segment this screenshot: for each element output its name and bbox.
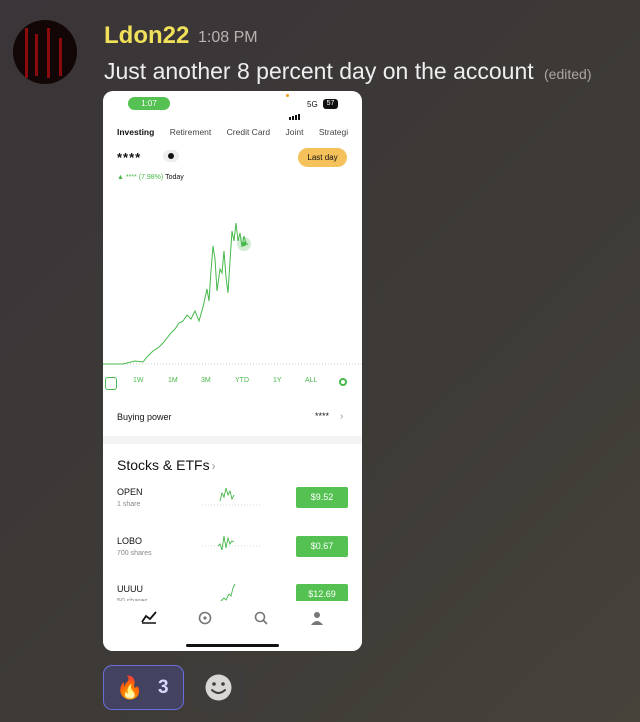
up-arrow-icon: ▲ xyxy=(117,174,124,181)
chevron-right-icon: › xyxy=(340,411,344,422)
battery-icon: 57 xyxy=(323,99,338,109)
portfolio-value: **** xyxy=(117,150,142,165)
sparkline xyxy=(202,487,262,506)
tab-credit-card[interactable]: Credit Card xyxy=(227,127,270,137)
account-tabs: Investing Retirement Credit Card Joint S… xyxy=(117,127,361,137)
range-1m[interactable]: 1M xyxy=(168,377,178,384)
stock-shares: 700 shares xyxy=(117,550,152,557)
attached-screenshot[interactable]: 1:07 5G 57 Investing Retirement Credit C… xyxy=(103,91,362,651)
user-avatar[interactable] xyxy=(13,20,77,84)
portfolio-line xyxy=(103,222,249,365)
add-reaction-button[interactable] xyxy=(192,665,245,710)
stock-row[interactable]: LOBO 700 shares $0.67 xyxy=(117,535,348,566)
stock-shares: 1 share xyxy=(117,501,141,508)
sparkline xyxy=(202,535,262,551)
daily-gain: ▲ **** (7.98%) Today xyxy=(117,174,184,181)
stock-symbol: UUUU xyxy=(117,584,143,594)
stock-symbol: OPEN xyxy=(117,487,143,497)
range-1y[interactable]: 1Y xyxy=(273,377,282,384)
current-point xyxy=(241,241,247,247)
stock-row[interactable]: OPEN 1 share $9.52 xyxy=(117,487,348,517)
username[interactable]: Ldon22 xyxy=(104,22,189,50)
buying-power-value: **** xyxy=(315,411,330,421)
price-button[interactable]: $0.67 xyxy=(296,536,348,557)
range-ytd[interactable]: YTD xyxy=(235,377,249,384)
eye-icon[interactable] xyxy=(163,150,179,162)
signal-icon xyxy=(289,102,301,120)
range-1w[interactable]: 1W xyxy=(133,377,144,384)
home-indicator xyxy=(186,644,279,647)
compass-nav-icon[interactable] xyxy=(197,610,213,626)
avatar-art xyxy=(25,28,28,78)
range-3m[interactable]: 3M xyxy=(201,377,211,384)
time-range-selector: 1W 1M 3M YTD 1Y ALL xyxy=(103,377,362,390)
fire-emoji-icon: 🔥 xyxy=(116,675,144,700)
tab-retirement[interactable]: Retirement xyxy=(170,127,212,137)
fire-reaction[interactable]: 🔥 3 xyxy=(103,665,184,710)
status-time: 1:07 xyxy=(128,97,170,110)
gain-value: **** (7.98%) xyxy=(125,174,164,181)
avatar-art xyxy=(59,38,62,76)
portfolio-chart xyxy=(103,222,362,365)
privacy-indicator xyxy=(286,94,289,97)
range-selected[interactable] xyxy=(105,377,117,390)
stock-symbol: LOBO xyxy=(117,536,143,546)
network-label: 5G xyxy=(307,100,318,109)
message-timestamp: 1:08 PM xyxy=(198,29,258,46)
last-day-button[interactable]: Last day xyxy=(298,148,347,167)
stocks-section-header[interactable]: Stocks & ETFs › xyxy=(117,457,216,473)
chart-settings-icon[interactable] xyxy=(339,378,347,386)
search-nav-icon[interactable] xyxy=(253,610,269,626)
price-button[interactable]: $9.52 xyxy=(296,487,348,508)
chevron-right-icon: › xyxy=(211,459,216,473)
message-body: Just another 8 percent day on the accoun… xyxy=(104,58,534,84)
profile-nav-icon[interactable] xyxy=(309,610,325,626)
avatar-art xyxy=(47,28,50,78)
range-all[interactable]: ALL xyxy=(305,377,317,384)
edited-tag: (edited) xyxy=(544,66,592,82)
message-text: Just another 8 percent day on the accoun… xyxy=(104,58,591,85)
tab-investing[interactable]: Investing xyxy=(117,127,154,137)
section-divider xyxy=(103,436,362,444)
reaction-count: 3 xyxy=(158,677,169,698)
tab-joint[interactable]: Joint xyxy=(285,127,303,137)
buying-power-label[interactable]: Buying power xyxy=(117,412,172,422)
tab-strategies[interactable]: Strategi xyxy=(319,127,348,137)
gain-period: Today xyxy=(165,174,184,181)
smiley-icon xyxy=(205,674,232,701)
chart-nav-icon[interactable] xyxy=(141,610,157,624)
section-title: Stocks & ETFs xyxy=(117,457,210,473)
avatar-art xyxy=(35,34,38,76)
